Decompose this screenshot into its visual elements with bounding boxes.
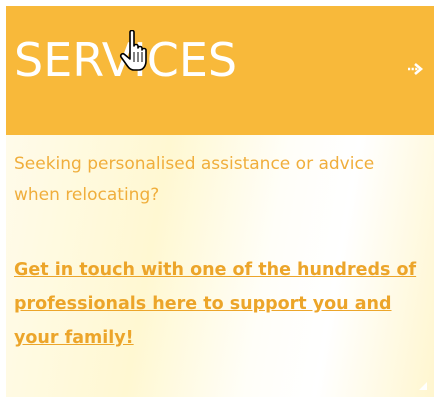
services-header[interactable]: SERVICES <box>6 6 434 135</box>
services-title[interactable]: SERVICES <box>14 34 237 86</box>
arrow-right-icon[interactable] <box>406 60 424 78</box>
intro-text: Seeking personalised assistance or advic… <box>14 154 375 205</box>
contact-professionals-link[interactable]: Get in touch with one of the hundreds of… <box>14 253 434 355</box>
corner-resize-icon <box>419 382 427 390</box>
services-body: Seeking personalised assistance or advic… <box>6 135 434 397</box>
services-panel: SERVICES Seeking personalised assistance… <box>6 6 434 397</box>
